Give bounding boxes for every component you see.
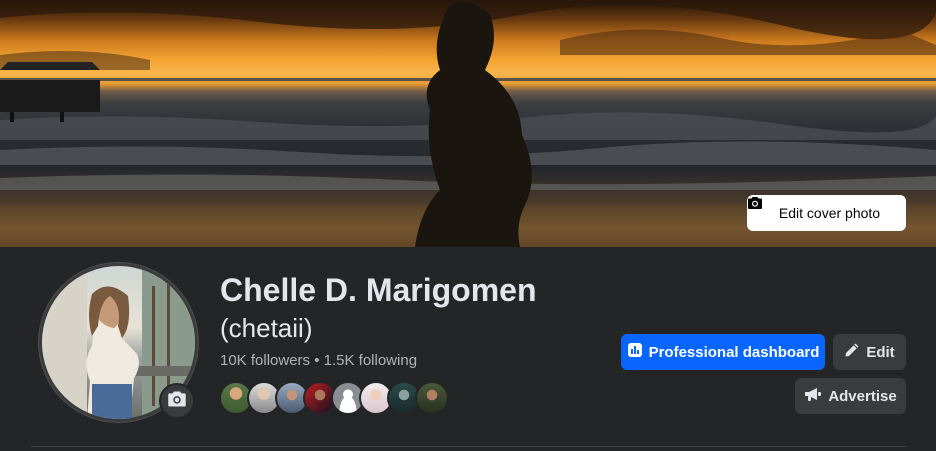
stats-separator: •: [310, 352, 324, 369]
edit-cover-photo-label: Edit cover photo: [778, 205, 881, 221]
bar-chart-icon: [627, 342, 643, 362]
followers-link[interactable]: 10K followers: [220, 352, 310, 369]
friend-avatars: [219, 381, 449, 415]
advertise-button[interactable]: Advertise: [795, 378, 906, 414]
camera-icon: [167, 389, 187, 414]
edit-cover-photo-button[interactable]: Edit cover photo: [747, 195, 906, 231]
profile-alternate-name: (chetaii): [220, 313, 313, 343]
megaphone-icon: [804, 386, 822, 406]
edit-profile-button[interactable]: Edit: [833, 334, 906, 370]
professional-dashboard-button[interactable]: Professional dashboard: [621, 334, 825, 370]
cover-photo[interactable]: Edit cover photo: [0, 0, 936, 247]
pencil-icon: [844, 342, 860, 362]
following-link[interactable]: 1.5K following: [324, 352, 417, 369]
follow-stats: 10K followers • 1.5K following: [220, 352, 417, 369]
edit-label: Edit: [866, 343, 895, 361]
friend-avatar[interactable]: [415, 381, 449, 415]
section-divider: [31, 446, 906, 447]
profile-name: Chelle D. Marigomen: [220, 272, 537, 308]
update-profile-picture-button[interactable]: [159, 383, 195, 419]
professional-dashboard-label: Professional dashboard: [648, 343, 820, 361]
advertise-label: Advertise: [828, 387, 897, 405]
